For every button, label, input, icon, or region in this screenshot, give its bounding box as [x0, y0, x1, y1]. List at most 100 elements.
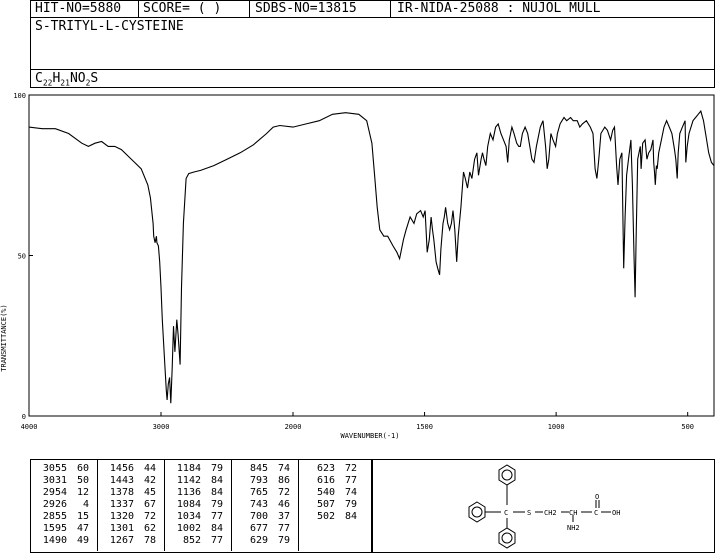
peak-transmittance: 47 — [76, 523, 89, 534]
peak-entry: 1142 84 — [171, 475, 223, 486]
peak-entry: 765 72 — [238, 487, 290, 498]
peak-entry: 1337 67 — [104, 499, 156, 510]
peak-entry: 502 84 — [305, 511, 357, 522]
peak-wavenumber: 845 — [249, 463, 268, 474]
peak-entry: 2926 4 — [37, 499, 89, 510]
peak-transmittance: 79 — [210, 463, 223, 474]
peak-transmittance: 79 — [277, 535, 290, 546]
peak-entry: 507 79 — [305, 499, 357, 510]
peak-wavenumber: 540 — [316, 487, 335, 498]
peak-column-divider — [164, 460, 165, 551]
peak-wavenumber: 1337 — [109, 499, 134, 510]
peak-transmittance: 84 — [210, 523, 223, 534]
peak-wavenumber: 1136 — [176, 487, 201, 498]
x-tick-label: 1000 — [548, 423, 565, 431]
peak-transmittance: 74 — [344, 487, 357, 498]
peak-column-divider — [97, 460, 98, 551]
peak-entry: 1490 49 — [37, 535, 89, 546]
peak-entry: 3031 50 — [37, 475, 89, 486]
peak-wavenumber: 1456 — [109, 463, 134, 474]
peak-wavenumber: 502 — [316, 511, 335, 522]
phenyl-ring-left — [468, 501, 486, 523]
phenyl-ring-bottom-aromatic — [501, 532, 513, 544]
peak-entry: 1320 72 — [104, 511, 156, 522]
peak-entry: 2954 12 — [37, 487, 89, 498]
peak-transmittance: 77 — [277, 523, 290, 534]
peak-wavenumber: 1084 — [176, 499, 201, 510]
molecule-structure: C S CH2 CH NH2 C O OH — [468, 464, 620, 549]
peak-wavenumber: 1184 — [176, 463, 201, 474]
peak-transmittance: 46 — [277, 499, 290, 510]
peak-entry: 1378 45 — [104, 487, 156, 498]
peak-wavenumber: 507 — [316, 499, 335, 510]
peak-entry: 677 77 — [238, 523, 290, 534]
peak-transmittance: 84 — [344, 511, 357, 522]
atom-ch: CH — [569, 509, 577, 517]
atom-ch2: CH2 — [544, 509, 557, 517]
peak-wavenumber: 852 — [182, 535, 201, 546]
peak-transmittance: 45 — [143, 487, 156, 498]
compound-formula: C22H21NO2S — [35, 71, 99, 88]
peak-entry: 540 74 — [305, 487, 357, 498]
peak-entry: 623 72 — [305, 463, 357, 474]
peak-wavenumber: 623 — [316, 463, 335, 474]
peak-wavenumber: 1034 — [176, 511, 201, 522]
peak-wavenumber: 2855 — [42, 511, 67, 522]
phenyl-ring-top-aromatic — [501, 469, 513, 481]
peak-wavenumber: 1378 — [109, 487, 134, 498]
x-tick-label: 4000 — [21, 423, 38, 431]
x-tick-label: 3000 — [153, 423, 170, 431]
peak-entry: 1034 77 — [171, 511, 223, 522]
peak-transmittance: 49 — [76, 535, 89, 546]
peak-column-divider — [298, 460, 299, 551]
peak-wavenumber: 629 — [249, 535, 268, 546]
peak-wavenumber: 3055 — [42, 463, 67, 474]
peak-entry: 1184 79 — [171, 463, 223, 474]
peak-wavenumber: 616 — [316, 475, 335, 486]
peak-transmittance: 50 — [76, 475, 89, 486]
structure-box: C S CH2 CH NH2 C O OH — [372, 459, 715, 553]
peak-wavenumber: 2926 — [42, 499, 67, 510]
peak-entry: 1595 47 — [37, 523, 89, 534]
peak-transmittance: 79 — [344, 499, 357, 510]
phenyl-ring-bottom — [498, 527, 516, 549]
peak-wavenumber: 1142 — [176, 475, 201, 486]
peak-column-divider — [231, 460, 232, 551]
y-tick-label: 0 — [22, 413, 26, 421]
peak-transmittance: 77 — [344, 475, 357, 486]
hit-number: HIT-NO=5880 — [35, 1, 122, 16]
x-tick-label: 1500 — [416, 423, 433, 431]
peak-wavenumber: 743 — [249, 499, 268, 510]
peak-wavenumber: 1595 — [42, 523, 67, 534]
peak-wavenumber: 1490 — [42, 535, 67, 546]
peak-wavenumber: 3031 — [42, 475, 67, 486]
peak-wavenumber: 793 — [249, 475, 268, 486]
peak-entry: 845 74 — [238, 463, 290, 474]
y-tick-label: 100 — [13, 92, 26, 100]
peak-transmittance: 86 — [277, 475, 290, 486]
peak-transmittance: 60 — [76, 463, 89, 474]
peak-entry: 629 79 — [238, 535, 290, 546]
peak-entry: 1301 62 — [104, 523, 156, 534]
header-divider — [249, 1, 250, 18]
peak-entry: 1267 78 — [104, 535, 156, 546]
peak-wavenumber: 700 — [249, 511, 268, 522]
peak-wavenumber: 677 — [249, 523, 268, 534]
peak-entry: 1136 84 — [171, 487, 223, 498]
peak-entry: 1456 44 — [104, 463, 156, 474]
peak-wavenumber: 1320 — [109, 511, 134, 522]
phenyl-ring-top — [498, 464, 516, 486]
atom-o: O — [595, 493, 599, 501]
peak-transmittance: 12 — [76, 487, 89, 498]
peak-entry: 743 46 — [238, 499, 290, 510]
formula-box: C22H21NO2S — [30, 69, 715, 88]
peak-wavenumber: 1301 — [109, 523, 134, 534]
peak-transmittance: 72 — [143, 511, 156, 522]
x-tick-label: 2000 — [285, 423, 302, 431]
peak-wavenumber: 1267 — [109, 535, 134, 546]
peak-transmittance: 72 — [277, 487, 290, 498]
sdbs-number: SDBS-NO=13815 — [255, 1, 357, 16]
peak-entry: 852 77 — [171, 535, 223, 546]
peak-wavenumber: 2954 — [42, 487, 67, 498]
peak-entry: 700 37 — [238, 511, 290, 522]
